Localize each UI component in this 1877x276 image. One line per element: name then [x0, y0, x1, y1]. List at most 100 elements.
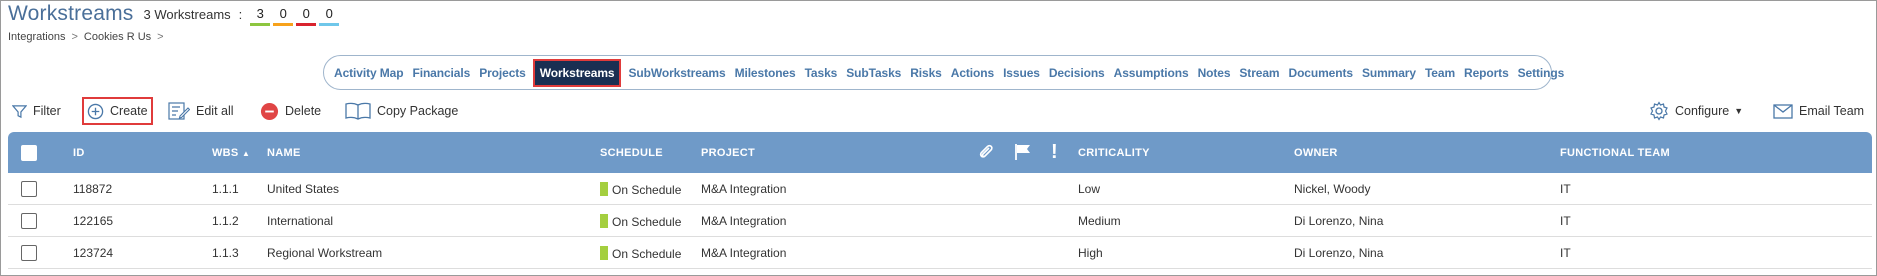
filter-button[interactable]: Filter [12, 98, 61, 124]
minus-circle-icon [260, 102, 279, 120]
copy-package-button[interactable]: Copy Package [345, 98, 458, 124]
table-header: ID WBS ▲ NAME SCHEDULE PROJECT ! CRITICA… [8, 132, 1872, 173]
tab-documents[interactable]: Documents [1289, 66, 1354, 80]
tab-summary[interactable]: Summary [1362, 66, 1416, 80]
configure-label: Configure [1675, 104, 1730, 118]
column-header-owner[interactable]: OWNER [1294, 147, 1338, 159]
table-row[interactable]: 118872 1.1.1 United States On Schedule M&A I… [8, 173, 1872, 205]
email-team-label: Email Team [1799, 104, 1865, 118]
sort-ascending-icon: ▲ [241, 149, 251, 158]
column-header-wbs-label: WBS [212, 147, 239, 159]
paperclip-icon[interactable] [978, 143, 994, 161]
title-row: Workstreams 3 Workstreams : 3000 [8, 2, 342, 26]
cell-project[interactable]: M&A Integration [701, 214, 786, 228]
cell-name[interactable]: Regional Workstream [267, 246, 382, 260]
tab-actions[interactable]: Actions [951, 66, 994, 80]
filter-label: Filter [33, 104, 61, 118]
create-label: Create [110, 104, 148, 118]
tab-stream[interactable]: Stream [1239, 66, 1279, 80]
exclamation-icon[interactable]: ! [1051, 141, 1058, 164]
cell-criticality: Medium [1078, 214, 1121, 228]
workstreams-table: ID WBS ▲ NAME SCHEDULE PROJECT ! CRITICA… [8, 132, 1872, 269]
edit-all-label: Edit all [196, 104, 234, 118]
row-checkbox[interactable] [21, 245, 37, 261]
status-counts: 3000 [250, 6, 342, 26]
column-header-id[interactable]: ID [73, 147, 85, 159]
email-team-button[interactable]: Email Team [1773, 98, 1864, 124]
cell-project[interactable]: M&A Integration [701, 246, 786, 260]
tab-issues[interactable]: Issues [1003, 66, 1040, 80]
row-checkbox[interactable] [21, 181, 37, 197]
column-header-project[interactable]: PROJECT [701, 147, 755, 159]
tab-team[interactable]: Team [1425, 66, 1455, 80]
status-count[interactable]: 0 [319, 6, 340, 26]
status-count[interactable]: 3 [250, 6, 271, 26]
tab-settings[interactable]: Settings [1518, 66, 1565, 80]
schedule-label: On Schedule [612, 247, 682, 261]
copy-package-label: Copy Package [377, 104, 459, 118]
tab-decisions[interactable]: Decisions [1049, 66, 1105, 80]
table-row[interactable]: 123724 1.1.3 Regional Workstream On Schedul… [8, 237, 1872, 269]
cell-id: 122165 [73, 214, 114, 228]
schedule-status-indicator [600, 246, 608, 260]
schedule-label: On Schedule [612, 183, 682, 197]
breadcrumb-item-integrations[interactable]: Integrations [8, 31, 65, 43]
cell-project[interactable]: M&A Integration [701, 182, 786, 196]
tab-notes[interactable]: Notes [1198, 66, 1231, 80]
cell-functional-team: IT [1560, 246, 1571, 260]
workstream-count: 3 Workstreams [143, 7, 231, 22]
envelope-icon [1773, 103, 1793, 119]
tab-subworkstreams[interactable]: SubWorkstreams [628, 66, 725, 80]
status-count[interactable]: 0 [273, 6, 294, 26]
tab-reports[interactable]: Reports [1464, 66, 1509, 80]
table-row[interactable]: 122165 1.1.2 International On Schedule M&A I… [8, 205, 1872, 237]
page-title: Workstreams [8, 2, 134, 25]
status-count[interactable]: 0 [296, 6, 317, 26]
column-header-name[interactable]: NAME [267, 147, 301, 159]
tab-milestones[interactable]: Milestones [735, 66, 796, 80]
schedule-status-indicator [600, 214, 608, 228]
cell-id: 118872 [73, 182, 113, 196]
row-checkbox[interactable] [21, 213, 37, 229]
cell-schedule: On Schedule [600, 246, 681, 261]
create-button[interactable]: Create [82, 97, 153, 125]
tab-subtasks[interactable]: SubTasks [846, 66, 901, 80]
book-icon [345, 102, 371, 120]
cell-owner: Nickel, Woody [1294, 182, 1371, 196]
column-header-schedule[interactable]: SCHEDULE [600, 147, 663, 159]
cell-name[interactable]: United States [267, 182, 339, 196]
cell-functional-team: IT [1560, 214, 1571, 228]
cell-wbs: 1.1.1 [212, 182, 239, 196]
tab-workstreams[interactable]: Workstreams [532, 58, 622, 87]
cell-name[interactable]: International [267, 214, 333, 228]
tab-financials[interactable]: Financials [412, 66, 470, 80]
tab-assumptions[interactable]: Assumptions [1114, 66, 1189, 80]
cell-owner: Di Lorenzo, Nina [1294, 214, 1384, 228]
gear-icon [1650, 101, 1668, 121]
column-header-wbs[interactable]: WBS ▲ [212, 147, 250, 159]
filter-icon [12, 104, 27, 118]
schedule-status-indicator [600, 182, 608, 196]
tab-tasks[interactable]: Tasks [805, 66, 838, 80]
module-nav: Activity Map Financials Projects Workstream… [323, 55, 1564, 90]
plus-circle-icon [87, 103, 104, 119]
cell-functional-team: IT [1560, 182, 1571, 196]
schedule-label: On Schedule [612, 215, 682, 229]
tab-projects[interactable]: Projects [479, 66, 526, 80]
column-header-functional-team[interactable]: FUNCTIONAL TEAM [1560, 147, 1670, 159]
select-all-checkbox[interactable] [21, 145, 37, 161]
breadcrumb-separator: > [71, 31, 78, 43]
cell-criticality: High [1078, 246, 1103, 260]
delete-button[interactable]: Delete [260, 98, 321, 124]
caret-down-icon: ▼ [1734, 106, 1744, 116]
column-header-criticality[interactable]: CRITICALITY [1078, 147, 1150, 159]
cell-id: 123724 [73, 246, 114, 260]
flag-icon[interactable] [1014, 143, 1032, 161]
edit-all-button[interactable]: Edit all [168, 98, 234, 124]
breadcrumb-item-program[interactable]: Cookies R Us [84, 31, 151, 43]
edit-list-icon [168, 102, 190, 120]
configure-dropdown[interactable]: Configure ▼ [1649, 98, 1743, 124]
tab-risks[interactable]: Risks [910, 66, 942, 80]
delete-label: Delete [285, 104, 322, 118]
tab-activity-map[interactable]: Activity Map [334, 66, 404, 80]
